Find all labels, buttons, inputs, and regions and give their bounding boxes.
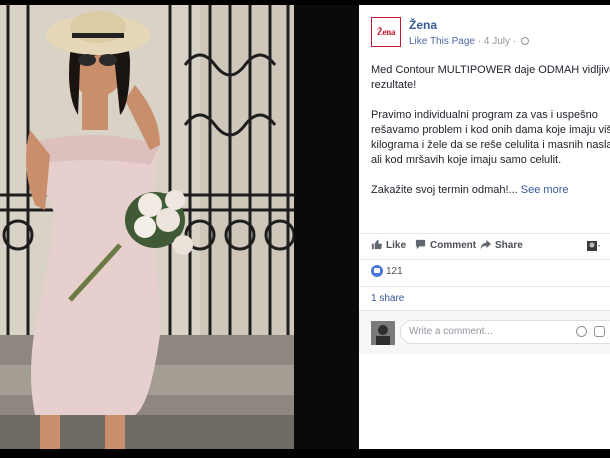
page-logo-text: Žena	[376, 27, 396, 37]
post-paragraph-1: Med Contour MULTIPOWER daje ODMAH vidlji…	[371, 63, 610, 93]
viewer-selector[interactable]	[587, 241, 601, 255]
post-paragraph-3: Zakažite svoj termin odmah!... See more	[371, 183, 610, 198]
share-label: Share	[495, 240, 523, 251]
post-line: kilograma i žele da se reše celulita i m…	[371, 139, 610, 151]
see-more-link[interactable]: See more	[521, 184, 569, 196]
date-separator: ·	[512, 36, 517, 47]
comment-input[interactable]: Write a comment...	[400, 320, 610, 344]
reactions-count: 121	[386, 266, 403, 277]
action-bar: Like Comment Share	[359, 233, 610, 260]
post-panel: Žena Žena Like This Page · 4 July · Med …	[359, 5, 610, 449]
like-button[interactable]: Like	[371, 239, 406, 251]
share-button[interactable]: Share	[480, 239, 523, 251]
post-line: Pravimo individualni program za vas i us…	[371, 109, 598, 121]
comment-label: Comment	[430, 240, 477, 251]
shares-count-link[interactable]: 1 share	[359, 286, 610, 310]
post-line: rešavamo problem i kod onih dama koje im…	[371, 124, 610, 136]
comment-bubble-icon	[415, 239, 426, 250]
emoji-icon[interactable]	[576, 326, 587, 337]
post-line: Med Contour MULTIPOWER daje ODMAH vidlji…	[371, 64, 610, 76]
share-arrow-icon	[480, 239, 491, 250]
like-reaction-icon	[371, 265, 383, 277]
viewer-selector-icon	[587, 241, 600, 251]
post-paragraph-2: Pravimo individualni program za vas i us…	[371, 108, 610, 168]
comment-placeholder: Write a comment...	[409, 326, 493, 337]
post-line: Zakažite svoj termin odmah!...	[371, 184, 518, 196]
like-thumb-icon	[371, 239, 382, 250]
post-line: ali kod mršavih koje imaju samo celulit.	[371, 154, 562, 166]
page-name-link[interactable]: Žena	[409, 18, 437, 32]
post-body: Med Contour MULTIPOWER daje ODMAH vidlji…	[371, 63, 610, 213]
post-meta: Like This Page · 4 July ·	[409, 36, 529, 47]
post-header: Žena Žena Like This Page · 4 July ·	[359, 5, 610, 57]
photo-illustration	[0, 5, 294, 449]
post-photo[interactable]	[0, 5, 294, 449]
globe-icon	[520, 37, 529, 45]
photo-viewer-gutter	[294, 5, 359, 449]
comment-composer: Write a comment...	[359, 310, 610, 354]
meta-separator: ·	[477, 36, 482, 47]
post-line: rezultate!	[371, 79, 417, 91]
page-logo[interactable]: Žena	[371, 17, 401, 47]
avatar-image	[371, 321, 395, 345]
comment-button[interactable]: Comment	[415, 239, 476, 251]
like-page-link[interactable]: Like This Page	[409, 36, 475, 47]
reactions-summary[interactable]: 121	[371, 265, 403, 277]
like-label: Like	[386, 240, 407, 251]
post-date[interactable]: 4 July	[484, 36, 510, 47]
avatar[interactable]	[371, 321, 395, 345]
sticker-icon[interactable]	[594, 326, 605, 337]
